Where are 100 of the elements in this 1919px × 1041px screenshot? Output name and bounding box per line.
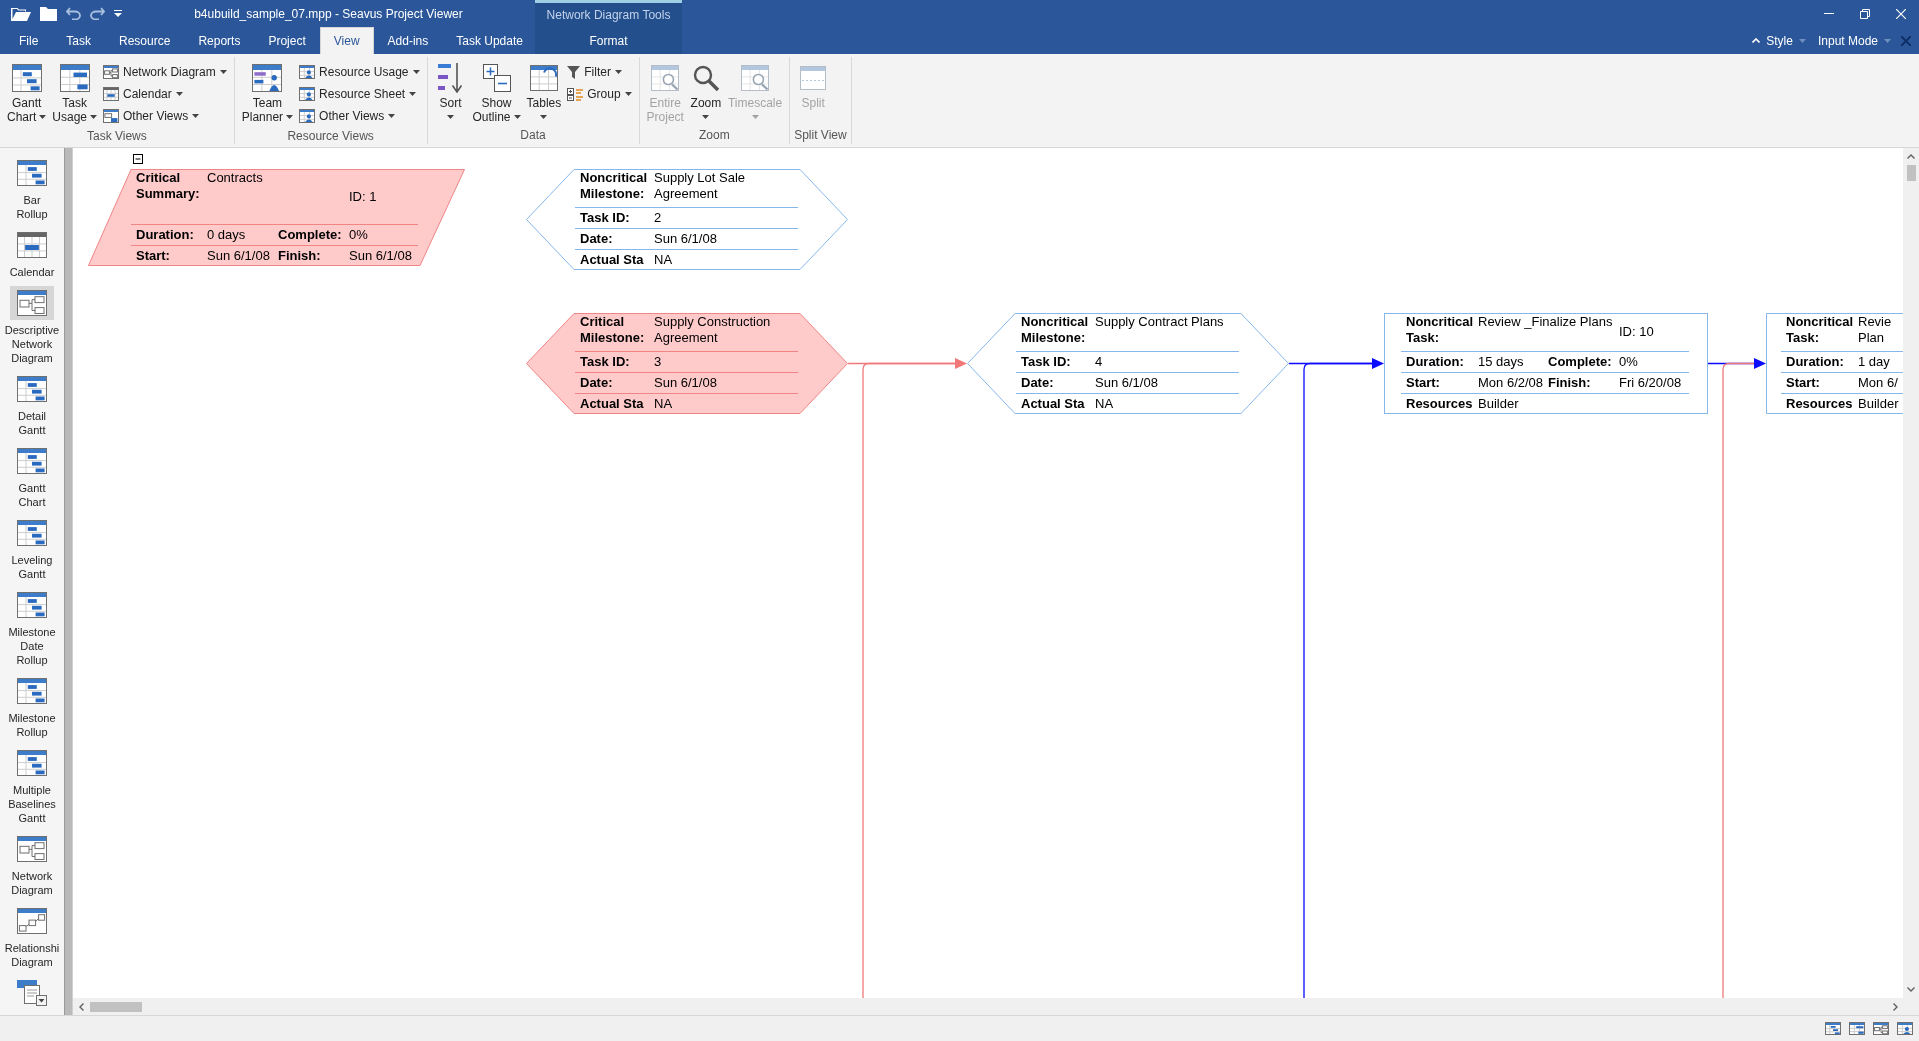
ribbon-tab[interactable]: Resource xyxy=(105,27,185,54)
horizontal-scrollbar[interactable] xyxy=(73,998,1903,1015)
ribbon-option-button[interactable]: Input Mode xyxy=(1815,33,1893,48)
view-bar-item[interactable]: Relationshi Diagram xyxy=(0,904,64,976)
ribbon-button[interactable]: Calendar xyxy=(100,83,230,105)
field-label: Complete: xyxy=(277,227,343,243)
ribbon-button[interactable]: Zoom xyxy=(686,60,725,124)
ribbon-button[interactable]: Sort xyxy=(431,60,470,124)
network-view-shortcut-icon[interactable] xyxy=(1873,1022,1889,1035)
field-value: Mon 6/ xyxy=(1857,375,1899,391)
gantt-view-icon xyxy=(17,376,47,402)
undo-icon[interactable] xyxy=(66,7,81,20)
ribbon-tab[interactable]: Add-ins xyxy=(373,27,443,54)
view-bar-item[interactable]: Network Diagram xyxy=(0,832,64,904)
field-label: Task ID: xyxy=(579,354,631,370)
node-name: Supply Lot Sale Agreement xyxy=(653,169,747,202)
calendar-icon xyxy=(103,87,120,101)
view-bar-item[interactable]: Bar Rollup xyxy=(0,156,64,228)
field-value: 0% xyxy=(1618,354,1639,370)
scroll-left-icon[interactable] xyxy=(78,1002,84,1011)
field-label: Duration: xyxy=(1405,354,1465,370)
node-type-label: Noncritical Milestone: xyxy=(1020,313,1090,346)
ribbon-button[interactable]: Other Views xyxy=(100,105,230,127)
folder-icon[interactable] xyxy=(40,6,57,21)
scroll-up-icon[interactable] xyxy=(1907,154,1915,159)
vertical-scrollbar[interactable] xyxy=(1903,148,1919,998)
gantt-chart-icon xyxy=(11,64,42,92)
view-bar-item[interactable]: Milestone Rollup xyxy=(0,674,64,746)
ribbon-tab[interactable]: Task xyxy=(52,27,106,54)
field-value: Sun 6/1/08 xyxy=(206,248,271,264)
ribbon-button[interactable]: Team Planner xyxy=(238,60,297,124)
node-id: ID: 1 xyxy=(348,188,378,205)
scroll-down-icon[interactable] xyxy=(1907,987,1915,992)
view-bar-item[interactable]: Leveling Gantt xyxy=(0,516,64,588)
resource-sheet-icon xyxy=(299,87,316,101)
ribbon-button[interactable]: Task Usage xyxy=(49,60,101,124)
view-bar-item[interactable]: Detail Gantt xyxy=(0,372,64,444)
field-value: 0% xyxy=(348,227,369,243)
ribbon-button[interactable]: Resource Sheet xyxy=(296,83,423,105)
ribbon-button[interactable]: Network Diagram xyxy=(100,61,230,83)
node-name: Contracts xyxy=(206,169,264,186)
grid-magnifier-icon xyxy=(651,65,680,91)
minus-box-icon[interactable] xyxy=(133,154,143,164)
field-value: NA xyxy=(653,396,674,412)
field-label: Date: xyxy=(579,375,614,391)
view-bar-item[interactable]: Multiple Baselines Gantt xyxy=(0,746,64,832)
ribbon-button[interactable]: Resource Usage xyxy=(296,61,423,83)
scroll-thumb[interactable] xyxy=(1906,165,1916,181)
node-name: Revie Plan xyxy=(1857,313,1893,346)
ribbon-button[interactable]: Filter xyxy=(564,61,635,83)
field-value: Builder xyxy=(1477,396,1520,412)
group-icon xyxy=(567,87,584,101)
field-label: Start: xyxy=(1785,375,1821,391)
field-value: 1 day xyxy=(1857,354,1891,370)
field-label: Actual Sta xyxy=(579,396,645,412)
ribbon-tab[interactable]: Task Update xyxy=(442,27,537,54)
field-value: NA xyxy=(653,252,674,268)
ribbon-option-button[interactable]: Style xyxy=(1750,33,1808,48)
calendar-view-icon xyxy=(17,232,47,258)
field-value: 2 xyxy=(653,210,663,226)
ribbon-tab[interactable]: Format xyxy=(575,27,642,54)
redo-icon[interactable] xyxy=(90,7,105,20)
view-bar-item[interactable]: Descriptive Network Diagram xyxy=(0,286,64,372)
usage-view-shortcut-icon[interactable] xyxy=(1849,1022,1865,1035)
form-view-icon xyxy=(17,980,47,1006)
window-title: b4ubuild_sample_07.mpp - Seavus Project Viewer xyxy=(194,6,463,21)
ribbon-button[interactable]: Gantt Chart xyxy=(4,60,50,124)
ribbon-tab[interactable]: View xyxy=(319,27,374,54)
plus-minus-boxes-icon xyxy=(482,64,511,92)
ribbon-tab[interactable]: Reports xyxy=(184,27,255,54)
field-label: Resources xyxy=(1785,396,1853,412)
view-bar-item[interactable]: Milestone Date Rollup xyxy=(0,588,64,674)
customize-caret-icon[interactable] xyxy=(114,10,122,17)
field-value: Sun 6/1/08 xyxy=(1094,375,1159,391)
gantt-view-shortcut-icon[interactable] xyxy=(1825,1022,1841,1035)
filter-icon xyxy=(567,65,581,79)
network-diagram-icon xyxy=(103,65,120,79)
network-view-icon xyxy=(17,836,47,862)
ribbon-button[interactable]: Show Outline xyxy=(469,60,524,124)
ribbon-button[interactable]: Tables xyxy=(523,60,565,124)
view-bar-item[interactable]: Calendar xyxy=(0,228,64,286)
view-bar-item[interactable]: Gantt Chart xyxy=(0,444,64,516)
grid-magnifier-icon xyxy=(741,65,770,91)
relationship-view-icon xyxy=(17,908,47,934)
resource-views-icon xyxy=(299,109,316,123)
network-view-icon xyxy=(17,290,47,316)
field-label: Finish: xyxy=(277,248,322,264)
field-label: Start: xyxy=(135,248,171,264)
node-type-label: Noncritical Task: xyxy=(1405,313,1473,346)
scroll-thumb[interactable] xyxy=(90,1001,142,1012)
field-label: Actual Sta xyxy=(579,252,645,268)
ribbon-tab[interactable]: File xyxy=(5,27,53,54)
scroll-right-icon[interactable] xyxy=(1892,1002,1898,1011)
resource-view-shortcut-icon[interactable] xyxy=(1897,1022,1913,1035)
folder-open-icon[interactable] xyxy=(11,5,31,22)
ribbon-tab[interactable]: Project xyxy=(254,27,320,54)
ribbon-button[interactable]: Group xyxy=(564,83,635,105)
field-value: Sun 6/1/08 xyxy=(348,248,413,264)
restore-icon[interactable] xyxy=(1860,8,1870,19)
ribbon-button[interactable]: Other Views xyxy=(296,105,423,127)
